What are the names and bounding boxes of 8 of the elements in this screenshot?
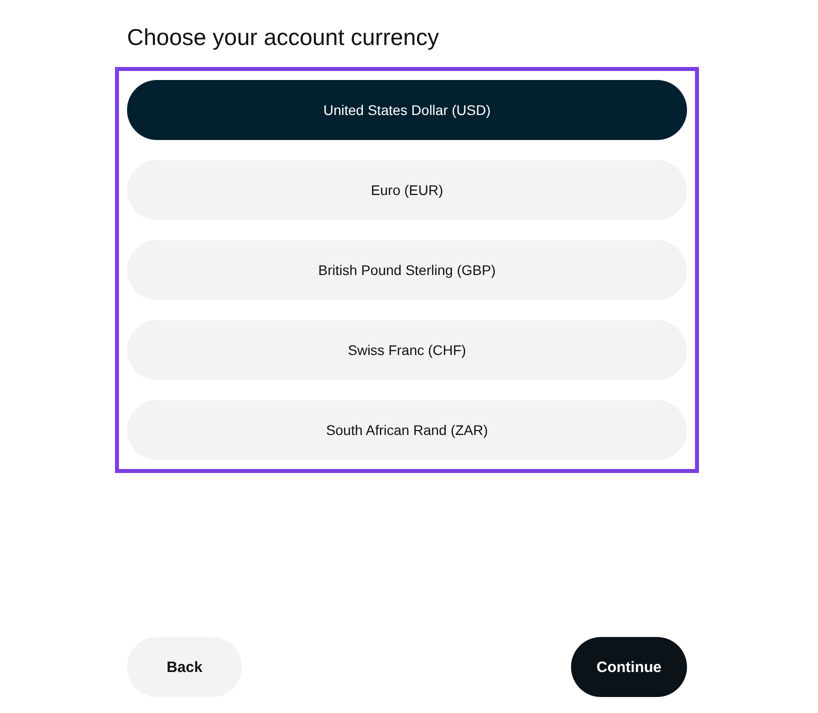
currency-option[interactable]: Euro (EUR) <box>127 160 687 220</box>
continue-button[interactable]: Continue <box>571 637 687 697</box>
currency-option[interactable]: United States Dollar (USD) <box>127 80 687 140</box>
currency-option[interactable]: British Pound Sterling (GBP) <box>127 240 687 300</box>
currency-option[interactable]: South African Rand (ZAR) <box>127 400 687 460</box>
back-button[interactable]: Back <box>127 637 242 697</box>
currency-option[interactable]: Swiss Franc (CHF) <box>127 320 687 380</box>
page-title: Choose your account currency <box>127 23 440 51</box>
